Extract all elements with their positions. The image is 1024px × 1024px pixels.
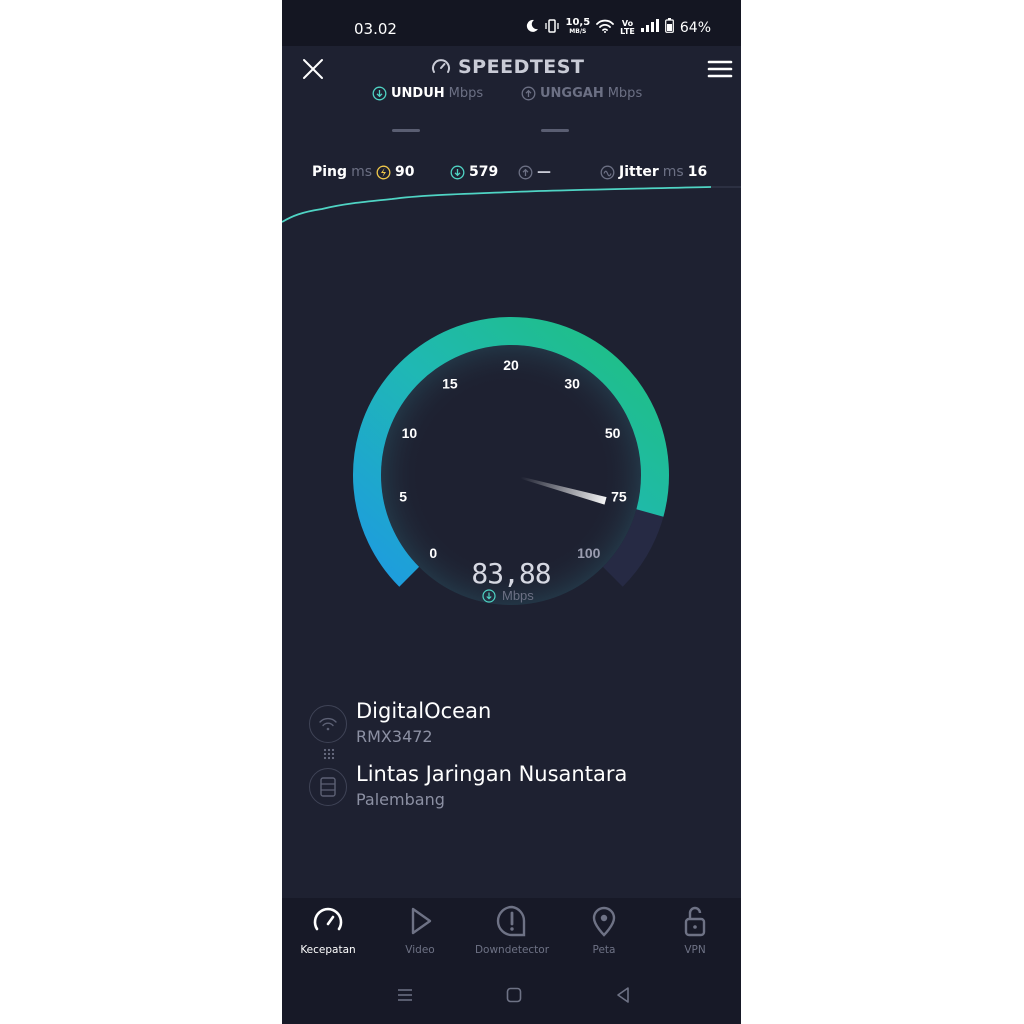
status-time: 03.02 — [354, 20, 397, 38]
download-latency-icon — [450, 165, 465, 179]
app-header: SPEEDTEST — [282, 48, 741, 88]
nav-label-peta: Peta — [592, 944, 616, 956]
ping-unit: ms — [351, 164, 372, 180]
nav-label-kecepatan: Kecepatan — [300, 944, 356, 956]
server-icon-circle — [309, 768, 347, 806]
jitter-unit: ms — [662, 164, 684, 180]
battery-icon — [664, 18, 674, 37]
system-back-icon[interactable] — [614, 986, 632, 1004]
vibrate-icon — [545, 18, 560, 37]
upload-label: UNGGAH — [540, 86, 604, 101]
isp-name: DigitalOcean — [356, 699, 492, 723]
app-title: SPEEDTEST — [458, 56, 585, 78]
jitter-label: Jitter — [619, 164, 659, 180]
download-result-placeholder — [392, 129, 420, 132]
signal-icon — [640, 19, 659, 36]
upload-unit: Mbps — [607, 86, 643, 101]
bottom-navigation: Kecepatan Video Downdetector Peta VPN — [282, 898, 741, 1024]
phone-screen: 03.02 10,5 MB/S Vo LTE 64% SPEEDTEST UND… — [282, 0, 741, 1024]
nav-item-vpn[interactable]: VPN — [649, 904, 741, 956]
moon-icon — [525, 19, 539, 37]
tab-download[interactable]: UNDUH Mbps — [372, 86, 483, 101]
volte-bottom: LTE — [620, 26, 635, 36]
map-pin-icon — [592, 906, 616, 937]
isp-icon-circle — [309, 705, 347, 743]
nav-label-vpn: VPN — [684, 944, 706, 956]
hamburger-menu-icon — [707, 60, 733, 78]
system-recents-icon[interactable] — [396, 986, 414, 1004]
battery-percent: 64% — [679, 19, 711, 36]
upload-result-placeholder — [541, 129, 569, 132]
app-brand: SPEEDTEST — [430, 56, 584, 78]
speed-gauge: 0 5 10 15 20 30 50 75 100 83,88 Mbps — [353, 317, 669, 605]
ping-metric: Ping ms 90 — [312, 164, 414, 180]
nav-item-downdetector[interactable]: Downdetector — [466, 904, 558, 956]
speed-graph — [282, 186, 741, 223]
net-speed-unit: MB/S — [569, 28, 587, 35]
status-icons: 10,5 MB/S Vo LTE 64% — [525, 18, 711, 37]
net-speed-indicator: 10,5 MB/S — [565, 17, 591, 36]
close-icon — [303, 59, 323, 79]
download-label: UNDUH — [391, 86, 445, 101]
server-icon — [320, 777, 336, 797]
upload-latency-metric: — — [518, 164, 551, 180]
upload-latency-value: — — [537, 164, 551, 180]
result-tabs: UNDUH Mbps UNGGAH Mbps — [282, 86, 741, 108]
lock-open-icon — [684, 906, 706, 937]
gauge-tick-label: 20 — [503, 357, 519, 373]
jitter-wave-icon — [600, 165, 615, 179]
download-latency-value: 579 — [469, 164, 499, 180]
lightning-icon — [376, 165, 391, 179]
current-speed-value: 83,88 — [471, 557, 550, 590]
download-unit: Mbps — [448, 86, 484, 101]
status-bar: 03.02 10,5 MB/S Vo LTE 64% — [282, 0, 741, 46]
upload-latency-icon — [518, 165, 533, 179]
gauge-tick-label: 0 — [429, 545, 437, 561]
alert-bubble-icon — [496, 905, 526, 937]
jitter-value: 16 — [687, 164, 708, 180]
nav-item-video[interactable]: Video — [374, 904, 466, 956]
net-speed-value: 10,5 — [565, 17, 591, 28]
play-icon — [411, 907, 432, 935]
gauge-tick-label: 50 — [605, 425, 621, 441]
connection-dots-icon — [323, 748, 335, 760]
gauge-tick-label: 30 — [564, 376, 580, 392]
tab-upload[interactable]: UNGGAH Mbps — [521, 86, 642, 101]
speedtest-logo-icon — [432, 59, 450, 73]
ping-value: 90 — [395, 164, 415, 180]
speedometer-icon — [313, 907, 343, 931]
nav-item-kecepatan[interactable]: Kecepatan — [282, 904, 374, 956]
ping-label: Ping — [312, 164, 348, 180]
volte-indicator: Vo LTE — [620, 19, 635, 36]
gauge-tick-label: 100 — [577, 545, 601, 561]
download-arrow-icon — [372, 86, 387, 101]
upload-arrow-icon — [521, 86, 536, 101]
wifi-provider-icon — [319, 717, 337, 731]
gauge-tick-label: 5 — [399, 488, 407, 504]
wifi-icon — [596, 19, 615, 37]
download-latency-metric: 579 — [450, 164, 498, 180]
server-name: Lintas Jaringan Nusantara — [356, 762, 628, 786]
gauge-tick-label: 10 — [402, 425, 418, 441]
nav-label-downdetector: Downdetector — [474, 944, 550, 956]
gauge-tick-label: 15 — [442, 376, 458, 392]
close-button[interactable] — [300, 56, 326, 82]
device-name: RMX3472 — [356, 727, 433, 746]
system-home-icon[interactable] — [505, 986, 523, 1004]
menu-button[interactable] — [707, 56, 733, 82]
server-location: Palembang — [356, 790, 445, 809]
jitter-metric: Jitter ms 16 — [600, 164, 707, 180]
nav-item-peta[interactable]: Peta — [558, 904, 650, 956]
gauge-unit: Mbps — [502, 588, 534, 603]
nav-label-video: Video — [405, 944, 435, 956]
gauge-tick-label: 75 — [611, 488, 627, 504]
